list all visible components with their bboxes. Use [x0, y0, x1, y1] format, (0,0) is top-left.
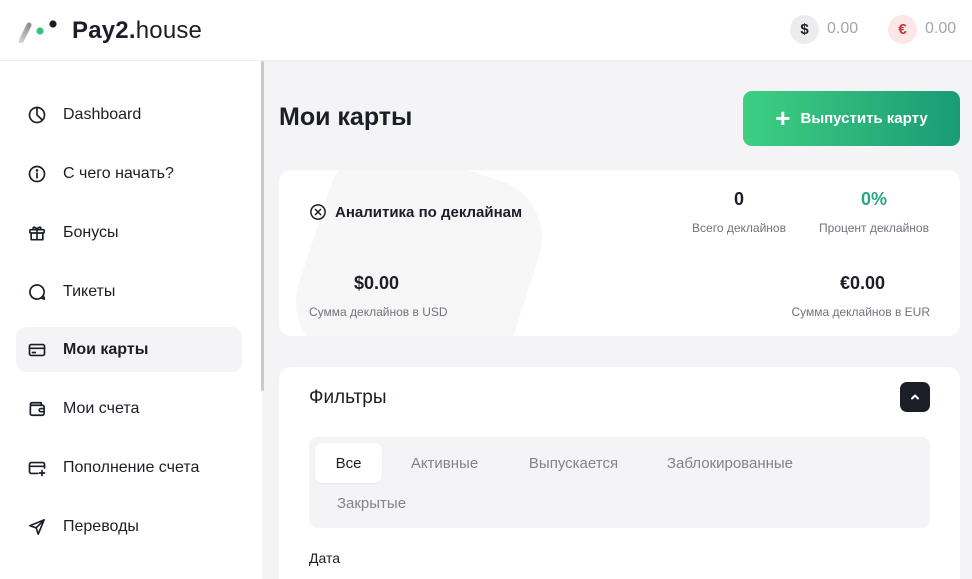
sidebar-item-label: Пополнение счета: [63, 458, 200, 476]
gift-icon: [26, 222, 48, 244]
filters-card: Фильтры Все Активные Выпускается Заблоки…: [279, 367, 960, 579]
logo[interactable]: Pay2.house: [18, 16, 202, 46]
stat-value: $0.00: [354, 273, 400, 293]
sidebar-item-transfers[interactable]: Переводы: [16, 504, 242, 549]
sidebar-item-my-accounts[interactable]: Мои счета: [16, 386, 242, 431]
analytics-title-text: Аналитика по деклайнам: [335, 203, 523, 221]
wallet-icon: [26, 398, 48, 420]
send-icon: [26, 516, 48, 538]
page-title: Мои карты: [279, 103, 413, 131]
dollar-icon: $: [790, 14, 819, 44]
sidebar-item-dashboard[interactable]: Dashboard: [16, 92, 242, 137]
stat-total-declines: 0 Всего деклайнов: [689, 189, 789, 235]
tab-active[interactable]: Активные: [397, 443, 492, 483]
sidebar-item-label: Мои счета: [63, 399, 140, 417]
sidebar-item-getting-started[interactable]: С чего начать?: [16, 151, 242, 196]
tab-issuing[interactable]: Выпускается: [516, 443, 631, 483]
filters-title: Фильтры: [309, 387, 387, 408]
tab-blocked[interactable]: Заблокированные: [655, 443, 805, 483]
stat-value: 0%: [860, 189, 887, 209]
stat-decline-percent: 0% Процент деклайнов: [814, 189, 934, 235]
balance-eur[interactable]: € 0.00: [888, 13, 956, 45]
balance-usd-value: 0.00: [827, 20, 859, 37]
euro-icon: €: [888, 14, 917, 44]
sidebar-item-bonuses[interactable]: Бонусы: [16, 210, 242, 255]
date-filter-label: Дата: [309, 550, 341, 566]
logo-text: Pay2.house: [72, 17, 202, 45]
sidebar-item-label: Тикеты: [63, 282, 116, 300]
close-circle-icon: [310, 204, 326, 220]
tab-closed[interactable]: Закрытые: [324, 483, 419, 523]
sidebar-item-tickets[interactable]: Тикеты: [16, 269, 242, 314]
issue-card-button[interactable]: + Выпустить карту: [743, 91, 960, 146]
sidebar-item-label: Dashboard: [63, 105, 142, 123]
logo-text-light: house: [135, 17, 203, 44]
sidebar-item-top-up[interactable]: Пополнение счета: [16, 445, 242, 490]
stat-label: Сумма деклайнов в EUR: [791, 305, 930, 319]
tab-all[interactable]: Все: [315, 443, 382, 483]
sidebar-item-label: Бонусы: [63, 223, 119, 241]
logo-mark-icon: [18, 19, 59, 44]
card-add-icon: [26, 457, 48, 479]
stat-value: 0: [733, 189, 744, 209]
chat-icon: [26, 281, 48, 303]
collapse-filters-button[interactable]: [900, 382, 930, 412]
stat-value: €0.00: [839, 273, 885, 293]
sidebar: Dashboard С чего начать? Бонусы Тикеты М…: [0, 61, 262, 579]
issue-card-label: Выпустить карту: [800, 110, 928, 127]
top-header: Pay2.house $ 0.00 € 0.00: [0, 0, 972, 61]
card-icon: [26, 339, 48, 361]
stat-label: Процент деклайнов: [819, 221, 929, 235]
balance-usd[interactable]: $ 0.00: [790, 13, 858, 45]
stat-declines-usd: $0.00 Сумма деклайнов в USD: [309, 273, 449, 319]
sidebar-scrollbar[interactable]: [261, 61, 264, 391]
logo-text-bold: Pay2.: [72, 17, 136, 44]
sidebar-item-label: С чего начать?: [63, 164, 174, 182]
decline-analytics-card: Аналитика по деклайнам 0 Всего деклайнов…: [279, 170, 960, 336]
stat-label: Сумма деклайнов в USD: [309, 305, 448, 319]
chevron-up-icon: [911, 394, 919, 400]
plus-icon: +: [775, 102, 791, 133]
status-tabs: Все Активные Выпускается Заблокированные…: [309, 437, 930, 528]
sidebar-item-label: Мои карты: [63, 340, 149, 358]
balance-eur-value: 0.00: [925, 20, 957, 37]
stat-declines-eur: €0.00 Сумма деклайнов в EUR: [779, 273, 930, 319]
sidebar-item-my-cards[interactable]: Мои карты: [16, 327, 242, 372]
analytics-title: Аналитика по деклайнам: [309, 203, 522, 221]
stat-label: Всего деклайнов: [692, 221, 786, 235]
sidebar-item-label: Переводы: [63, 517, 139, 535]
info-icon: [26, 163, 48, 185]
dashboard-icon: [26, 104, 48, 126]
